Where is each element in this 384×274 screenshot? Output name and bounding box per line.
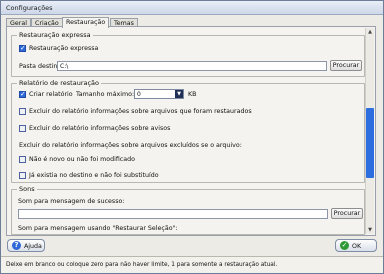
- exclude-warnings-checkbox[interactable]: [19, 125, 26, 132]
- help-label: Ajuda: [24, 243, 42, 250]
- not-new-label: Não é novo ou não foi modificado: [29, 156, 135, 163]
- status-text: Deixe em branco ou coloque zero para não…: [6, 262, 278, 268]
- quick-restore-legend: Restauração expressa: [17, 31, 93, 39]
- quick-restore-checkbox[interactable]: [19, 44, 26, 52]
- help-icon: ?: [12, 241, 21, 250]
- already-exists-checkbox[interactable]: [19, 172, 26, 179]
- max-size-value: 0: [137, 91, 141, 98]
- status-bar: Deixe em branco ou coloque zero para não…: [1, 256, 383, 273]
- exclude-header: Excluir do relatório informações sobre a…: [19, 142, 242, 149]
- create-report-checkbox[interactable]: [19, 90, 26, 98]
- chevron-down-icon[interactable]: ▼: [175, 90, 183, 98]
- scroll-up-icon[interactable]: ▲: [366, 28, 374, 36]
- max-size-select[interactable]: 0 ▼: [134, 89, 184, 99]
- restore-selection-sound-label: Som para mensagem usando "Restaurar Sele…: [18, 225, 178, 232]
- create-report-label: Criar relatório: [29, 91, 73, 98]
- sound-browse-button[interactable]: Procurar: [331, 208, 363, 219]
- max-size-label: Tamanho máximo:: [76, 91, 135, 98]
- restore-panel: Restauração expressa Restauração express…: [6, 26, 376, 236]
- success-sound-input[interactable]: [18, 209, 328, 219]
- window-title: Configurações: [6, 4, 53, 12]
- dest-folder-input[interactable]: C:\: [57, 61, 327, 71]
- settings-window: Configurações Geral Criação Restauração …: [0, 0, 384, 274]
- not-new-checkbox[interactable]: [19, 156, 26, 163]
- already-exists-label: Já existia no destino e não foi substitu…: [29, 172, 159, 179]
- tab-restauracao[interactable]: Restauração: [62, 17, 110, 28]
- help-button[interactable]: ? Ajuda: [7, 239, 45, 252]
- ok-button[interactable]: ✓ OK: [335, 239, 377, 252]
- quick-restore-label: Restauração expressa: [29, 45, 99, 52]
- report-group: Relatório de restauração Criar relatório…: [11, 79, 365, 183]
- vertical-scrollbar[interactable]: ▲ ▼: [365, 28, 374, 234]
- checkmark-icon: ✓: [340, 241, 349, 250]
- sounds-group: Sons Som para mensagem de sucesso: Procu…: [11, 185, 365, 235]
- exclude-warnings-label: Excluir do relatório informações sobre a…: [29, 125, 171, 132]
- scrollbar-thumb[interactable]: [366, 108, 374, 178]
- report-legend: Relatório de restauração: [17, 79, 102, 87]
- ok-label: OK: [352, 243, 362, 250]
- dest-browse-button[interactable]: Procurar: [330, 60, 362, 71]
- max-size-unit: KB: [188, 91, 197, 98]
- exclude-restored-label: Excluir do relatório informações sobre a…: [29, 108, 252, 115]
- exclude-restored-checkbox[interactable]: [19, 108, 26, 115]
- sounds-legend: Sons: [17, 185, 37, 193]
- scroll-down-icon[interactable]: ▼: [366, 226, 374, 234]
- quick-restore-group: Restauração expressa Restauração express…: [11, 31, 365, 77]
- title-bar: Configurações: [1, 1, 383, 15]
- success-sound-label: Som para mensagem de sucesso:: [18, 198, 125, 205]
